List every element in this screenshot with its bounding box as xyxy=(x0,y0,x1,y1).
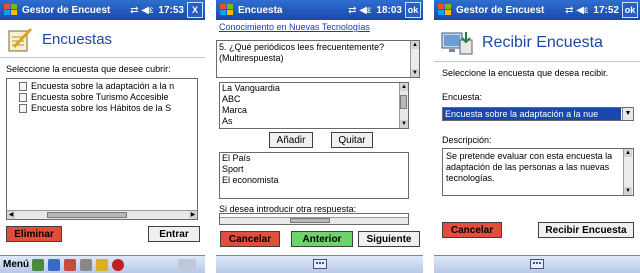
menu-bar xyxy=(216,255,423,273)
scroll-thumb[interactable] xyxy=(400,95,407,109)
scroll-up-icon[interactable]: ▲ xyxy=(400,83,408,91)
connectivity-volume-icon[interactable]: ⇄ ◀ε xyxy=(565,5,588,16)
title-bar: Gestor de Encuest ⇄ ◀ε 17:53 X xyxy=(0,0,205,20)
menu-bar: Menú xyxy=(0,255,205,273)
scroll-thumb[interactable] xyxy=(47,212,127,218)
scroll-left-icon[interactable]: ◀ xyxy=(7,211,15,219)
monitor-download-icon xyxy=(440,30,474,56)
question-box: 5. ¿Qué periódicos lees frecuentemente? … xyxy=(216,40,420,78)
scroll-down-icon[interactable]: ▼ xyxy=(411,69,419,77)
tray-icon-1[interactable] xyxy=(32,259,44,271)
connectivity-volume-icon[interactable]: ⇄ ◀ε xyxy=(348,5,371,16)
survey-item-label: Encuesta sobre la adaptación a la n xyxy=(31,81,175,91)
scroll-down-icon[interactable]: ▼ xyxy=(624,187,632,195)
delete-button[interactable]: Eliminar xyxy=(6,226,62,242)
horizontal-scrollbar[interactable]: ◀ ▶ xyxy=(7,210,197,219)
scroll-right-icon[interactable]: ▶ xyxy=(189,211,197,219)
list-item[interactable]: Sport xyxy=(220,164,398,175)
survey-doc-icon xyxy=(19,104,27,113)
survey-item-label: Encuesta sobre los Hábitos de la S xyxy=(31,103,172,113)
scroll-down-icon[interactable]: ▼ xyxy=(400,120,408,128)
remove-button[interactable]: Quitar xyxy=(331,132,373,148)
survey-label: Encuesta: xyxy=(442,92,483,102)
clock: 17:53 xyxy=(158,4,184,16)
app-title: Encuesta xyxy=(238,4,283,16)
options-list[interactable]: La Vanguardia ABC Marca As ▲ ▼ xyxy=(219,82,409,129)
selected-list[interactable]: El País Sport El economista xyxy=(219,152,409,199)
list-item[interactable]: La Vanguardia xyxy=(220,83,398,94)
next-button[interactable]: Siguiente xyxy=(358,231,420,247)
list-item[interactable]: ABC xyxy=(220,94,398,105)
start-icon[interactable] xyxy=(219,3,235,17)
list-item[interactable]: El País xyxy=(220,153,398,164)
add-button[interactable]: Añadir xyxy=(269,132,313,148)
survey-dropdown[interactable]: Encuesta sobre la adaptación a la nue ▼ xyxy=(442,107,634,121)
description-box: Se pretende evaluar con esta encuesta la… xyxy=(442,148,634,196)
question-text: 5. ¿Qué periódicos lees frecuentemente? … xyxy=(219,42,385,63)
list-item[interactable]: As xyxy=(220,116,398,127)
tree-item[interactable]: Encuesta sobre los Hábitos de la S xyxy=(7,103,197,114)
survey-tree[interactable]: Encuesta sobre la adaptación a la n Encu… xyxy=(6,78,198,220)
category-link[interactable]: Conocimiento en Nuevas Tecnologías xyxy=(219,22,370,32)
previous-button[interactable]: Anterior xyxy=(291,231,353,247)
tools-icon[interactable] xyxy=(80,259,92,271)
tray-icon-3[interactable] xyxy=(64,259,76,271)
vertical-scrollbar[interactable]: ▲ ▼ xyxy=(399,83,408,128)
list-item[interactable]: El economista xyxy=(220,175,398,186)
close-button[interactable]: X xyxy=(187,2,203,18)
keyboard-icon[interactable] xyxy=(178,259,196,271)
instruction-text: Seleccione la encuesta que desee cubrir: xyxy=(6,64,171,74)
page-title: Recibir Encuesta xyxy=(482,33,603,51)
survey-doc-icon xyxy=(19,93,27,102)
description-text: Se pretende evaluar con esta encuesta la… xyxy=(446,151,613,183)
cancel-button[interactable]: Cancelar xyxy=(220,231,280,247)
clock: 17:52 xyxy=(593,4,619,16)
settings-icon[interactable] xyxy=(96,259,108,271)
menu-button[interactable]: Menú xyxy=(3,259,29,270)
start-icon[interactable] xyxy=(3,3,19,17)
title-bar: Gestor de Encuest ⇄ ◀ε 17:52 ok xyxy=(434,0,640,20)
ok-button[interactable]: ok xyxy=(405,2,421,18)
receive-button[interactable]: Recibir Encuesta xyxy=(538,222,634,238)
survey-item-label: Encuesta sobre Turismo Accesible xyxy=(31,92,169,102)
page-header: Recibir Encuesta xyxy=(434,24,640,62)
scroll-thumb[interactable] xyxy=(290,218,330,223)
keyboard-icon[interactable] xyxy=(530,259,544,269)
enter-button[interactable]: Entrar xyxy=(148,226,200,242)
tray-icon-2[interactable] xyxy=(48,259,60,271)
description-label: Descripción: xyxy=(442,135,492,145)
ok-button[interactable]: ok xyxy=(622,2,638,18)
other-answer-input[interactable] xyxy=(219,213,409,225)
vertical-scrollbar[interactable]: ▲ ▼ xyxy=(410,41,419,77)
screen-recibir-encuesta: Gestor de Encuest ⇄ ◀ε 17:52 ok Recibir … xyxy=(434,0,640,273)
app-title: Gestor de Encuest xyxy=(22,4,111,16)
keyboard-icon[interactable] xyxy=(312,259,327,269)
instruction-text: Seleccione la encuesta que desea recibir… xyxy=(442,68,609,78)
survey-doc-icon xyxy=(19,82,27,91)
clock: 18:03 xyxy=(376,4,402,16)
vertical-scrollbar[interactable]: ▲ ▼ xyxy=(623,149,633,195)
connectivity-volume-icon[interactable]: ⇄ ◀ε xyxy=(130,5,153,16)
survey-selected-value: Encuesta sobre la adaptación a la nue xyxy=(443,108,621,120)
page-title: Encuestas xyxy=(42,31,113,48)
app-title: Gestor de Encuest xyxy=(456,4,545,16)
scroll-up-icon[interactable]: ▲ xyxy=(411,41,419,49)
menu-bar xyxy=(434,255,640,273)
title-bar: Encuesta ⇄ ◀ε 18:03 ok xyxy=(216,0,423,20)
chevron-down-icon[interactable]: ▼ xyxy=(622,108,633,120)
tree-item[interactable]: Encuesta sobre la adaptación a la n xyxy=(7,81,197,92)
screen-encuestas: Gestor de Encuest ⇄ ◀ε 17:53 X Encuestas… xyxy=(0,0,205,273)
notepad-pencil-icon xyxy=(6,27,34,53)
screen-encuesta: Encuesta ⇄ ◀ε 18:03 ok Conocimiento en N… xyxy=(216,0,423,273)
scroll-up-icon[interactable]: ▲ xyxy=(624,149,632,157)
cancel-button[interactable]: Cancelar xyxy=(442,222,502,238)
tree-item[interactable]: Encuesta sobre Turismo Accesible xyxy=(7,92,197,103)
list-item[interactable]: Marca xyxy=(220,105,398,116)
horizontal-scrollbar[interactable] xyxy=(220,217,408,224)
start-icon[interactable] xyxy=(437,3,453,17)
page-header: Encuestas xyxy=(0,22,205,58)
power-icon[interactable] xyxy=(112,259,124,271)
